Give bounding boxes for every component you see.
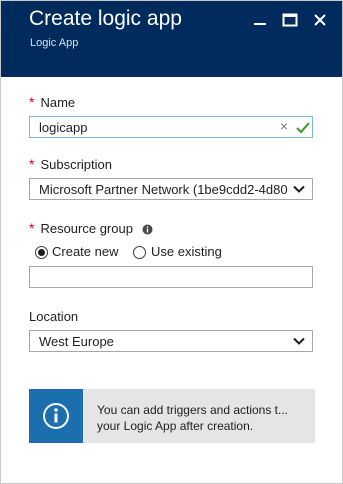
info-icon xyxy=(43,403,69,429)
maximize-icon xyxy=(282,13,298,27)
info-text-line1: You can add triggers and actions t... xyxy=(97,403,289,417)
info-text-line2: your Logic App after creation. xyxy=(97,419,254,433)
blade-header: Create logic app Logic App xyxy=(1,1,342,77)
info-box: You can add triggers and actions t... yo… xyxy=(29,389,315,443)
location-label: Location xyxy=(29,309,79,324)
maximize-button[interactable] xyxy=(279,9,301,31)
use-existing-radio[interactable] xyxy=(133,246,146,259)
required-mark: * xyxy=(29,220,35,236)
subscription-label-row: * Subscription xyxy=(29,156,112,172)
info-text: You can add triggers and actions t... yo… xyxy=(97,402,288,434)
resource-group-label: Resource group xyxy=(40,221,133,236)
info-tooltip-icon[interactable] xyxy=(142,224,153,235)
subscription-label: Subscription xyxy=(40,157,112,172)
location-value: West Europe xyxy=(39,334,114,349)
required-mark: * xyxy=(29,156,35,172)
name-label: Name xyxy=(40,95,76,110)
create-new-radio[interactable] xyxy=(35,246,48,259)
chevron-down-icon xyxy=(293,337,305,345)
resource-group-label-row: * Resource group xyxy=(29,220,153,236)
required-mark: * xyxy=(29,94,35,110)
create-new-label[interactable]: Create new xyxy=(52,244,118,259)
use-existing-label[interactable]: Use existing xyxy=(151,244,222,259)
close-button[interactable] xyxy=(309,9,331,31)
resource-group-input[interactable] xyxy=(29,266,313,288)
subscription-select[interactable]: Microsoft Partner Network (1be9cdd2-4d80 xyxy=(29,178,313,200)
name-field[interactable]: logicapp × xyxy=(29,116,313,138)
name-value: logicapp xyxy=(39,120,88,135)
clear-button[interactable]: × xyxy=(280,118,288,134)
blade-subtitle: Logic App xyxy=(30,37,79,49)
name-label-row: * Name xyxy=(29,94,75,110)
checkmark-icon xyxy=(296,122,310,134)
minimize-icon xyxy=(254,23,266,25)
chevron-down-icon xyxy=(293,185,305,193)
location-select[interactable]: West Europe xyxy=(29,330,313,352)
info-icon-container xyxy=(29,389,83,443)
close-icon xyxy=(314,14,326,26)
blade-title: Create logic app xyxy=(29,7,182,30)
subscription-value: Microsoft Partner Network (1be9cdd2-4d80 xyxy=(39,182,288,197)
blade: Create logic app Logic App * Name logicap… xyxy=(0,0,343,484)
minimize-button[interactable] xyxy=(249,9,271,31)
